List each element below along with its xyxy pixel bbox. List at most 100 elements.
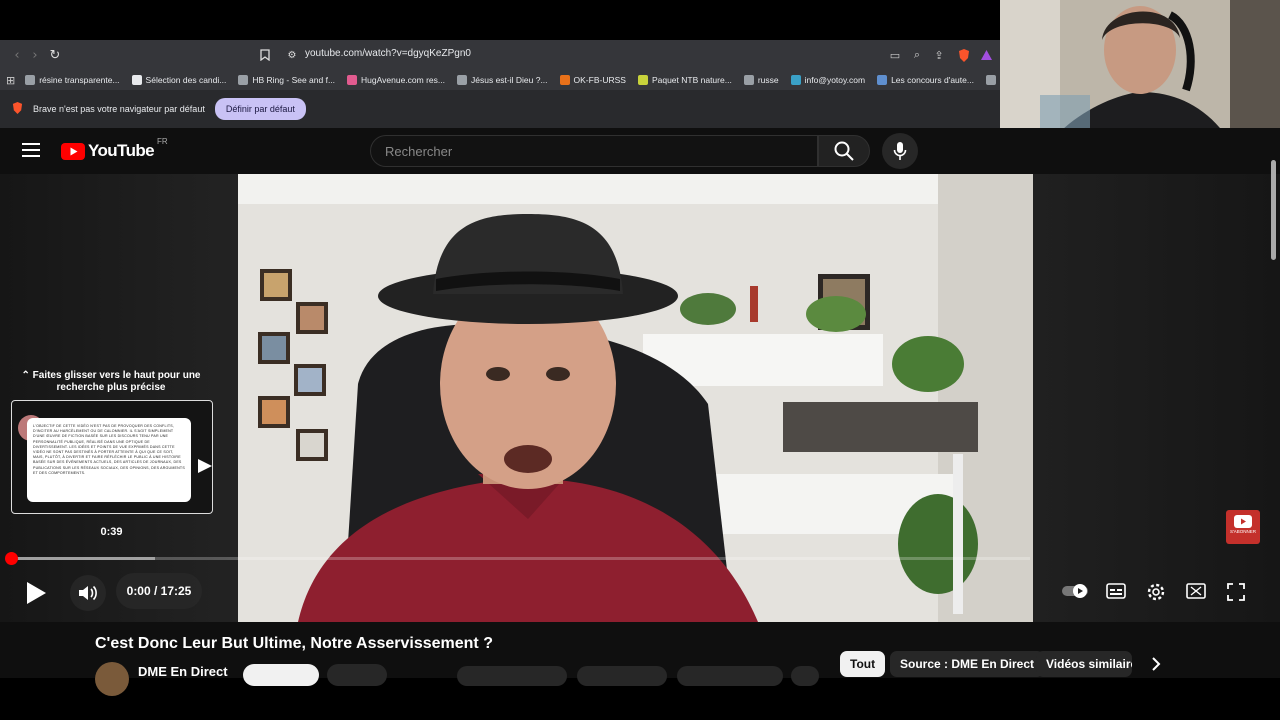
bookmark-list: résine transparente... Sélection des cand… <box>25 75 1000 85</box>
infobar-text: Brave n'est pas votre navigateur par déf… <box>33 104 205 114</box>
like-button[interactable] <box>457 666 567 686</box>
youtube-logo[interactable]: YouTube FR <box>61 137 168 161</box>
bookmark-favicon-icon <box>743 75 754 85</box>
video-player[interactable]: ⌃ Faites glisser vers le haut pour une r… <box>0 174 1280 622</box>
bookmark-item[interactable]: Sélection des candi... <box>131 75 227 85</box>
bookmark-label: OK-FB-URSS <box>573 75 626 85</box>
volume-icon <box>79 585 97 601</box>
reload-icon[interactable]: ↻ <box>46 46 64 64</box>
bookmark-label: résine transparente... <box>39 75 120 85</box>
chip-all[interactable]: Tout <box>840 651 886 677</box>
scrubber-handle[interactable] <box>5 552 18 565</box>
bookmark-item[interactable]: yotoy <box>985 75 1000 85</box>
browser-toolbar: ‹ › ↻ ⚙ youtube.com/watch?v=dgyqKeZPgn0 … <box>0 40 1000 70</box>
youtube-play-logo-icon <box>61 142 85 160</box>
bookmark-favicon-icon <box>637 75 648 85</box>
autoplay-icon <box>1062 584 1088 598</box>
browser-window: ‹ › ↻ ⚙ youtube.com/watch?v=dgyqKeZPgn0 … <box>0 40 1000 128</box>
address-bar[interactable]: youtube.com/watch?v=dgyqKeZPgn0 <box>305 48 471 59</box>
chip-source[interactable]: Source : DME En Direct <box>890 651 1045 677</box>
set-default-button[interactable]: Définir par défaut <box>214 98 306 120</box>
fullscreen-icon <box>1227 583 1245 601</box>
bookmark-item[interactable]: info@yotoy.com <box>790 75 865 85</box>
video-info: C'est Donc Leur But Ultime, Notre Asserv… <box>0 622 1280 696</box>
search-input[interactable]: Rechercher <box>370 135 818 167</box>
bookmark-label: Paquet NTB nature... <box>651 75 732 85</box>
brave-shields-icon[interactable] <box>955 46 973 64</box>
youtube-logo-text: YouTube <box>88 141 155 160</box>
brave-rewards-icon[interactable] <box>977 46 995 64</box>
bookmark-favicon-icon <box>238 75 249 85</box>
time-display: 0:00 / 17:25 <box>116 573 202 609</box>
video-frame[interactable] <box>238 174 1033 622</box>
subtitles-button[interactable] <box>1104 580 1128 602</box>
bookmark-label: HugAvenue.com res... <box>361 75 445 85</box>
volume-button[interactable] <box>70 575 106 611</box>
miniplayer-button[interactable] <box>1184 580 1208 602</box>
channel-name[interactable]: DME En Direct <box>138 664 228 679</box>
screen-icon[interactable]: ▭ <box>886 46 904 64</box>
bookmark-favicon-icon <box>790 75 801 85</box>
chevron-right-icon <box>1152 657 1161 671</box>
chips-next-button[interactable] <box>1146 654 1166 674</box>
play-button[interactable] <box>20 577 52 609</box>
bookmark-item[interactable]: résine transparente... <box>25 75 120 85</box>
bookmark-favicon-icon <box>985 75 996 85</box>
back-icon[interactable]: ‹ <box>8 46 26 64</box>
bookmark-item[interactable]: HB Ring - See and f... <box>238 75 335 85</box>
download-button[interactable] <box>677 666 783 686</box>
bookmark-icon[interactable] <box>256 46 274 64</box>
notification-button[interactable] <box>327 664 387 686</box>
preview-time: 0:39 <box>100 526 123 538</box>
ambient-right <box>1033 174 1280 622</box>
channel-avatar[interactable] <box>95 662 129 696</box>
youtube-icon <box>1234 515 1252 528</box>
bookmark-label: HB Ring - See and f... <box>252 75 336 85</box>
brave-logo-icon <box>12 102 23 116</box>
subtitles-icon <box>1106 583 1126 599</box>
voice-search-button[interactable] <box>882 133 918 169</box>
video-frame-image <box>238 174 1033 622</box>
gear-icon <box>1147 583 1165 601</box>
bookmarks-bar: ⊞ résine transparente... Sélection des ca… <box>0 70 1000 90</box>
share-icon[interactable]: ⇪ <box>930 46 948 64</box>
subscribe-watermark[interactable]: S'ABONNER <box>1226 510 1260 544</box>
search-button[interactable] <box>818 135 870 167</box>
search-icon <box>834 141 854 161</box>
zoom-icon[interactable]: ⌕ <box>908 46 926 64</box>
bookmark-favicon-icon <box>559 75 570 85</box>
progress-bar[interactable] <box>12 557 1030 560</box>
autoplay-toggle[interactable] <box>1062 582 1090 600</box>
bookmark-favicon-icon <box>877 75 888 85</box>
play-icon <box>27 582 46 604</box>
bookmark-item[interactable]: russe <box>743 75 779 85</box>
subscribe-button[interactable] <box>243 664 319 686</box>
speech-tail-icon <box>198 459 212 473</box>
settings-button[interactable] <box>1144 580 1168 604</box>
microphone-icon <box>893 142 907 160</box>
forward-icon[interactable]: › <box>26 46 44 64</box>
bookmark-favicon-icon <box>25 75 36 85</box>
video-title: C'est Donc Leur But Ultime, Notre Asserv… <box>95 635 493 652</box>
seek-preview-thumbnail: L'OBJECTIF DE CETTE VIDÉO N'EST PAS DE P… <box>11 400 213 514</box>
menu-icon[interactable] <box>22 143 40 162</box>
default-browser-infobar: Brave n'est pas votre navigateur par déf… <box>0 90 1000 128</box>
apps-grid-icon[interactable]: ⊞ <box>6 71 15 89</box>
bookmark-item[interactable]: HugAvenue.com res... <box>347 75 445 85</box>
fullscreen-button[interactable] <box>1224 580 1248 604</box>
bookmark-item[interactable]: Paquet NTB nature... <box>637 75 732 85</box>
site-settings-icon[interactable]: ⚙ <box>283 46 301 64</box>
preview-disclaimer-text: L'OBJECTIF DE CETTE VIDÉO N'EST PAS DE P… <box>27 418 191 502</box>
bookmark-favicon-icon <box>131 75 142 85</box>
bookmark-item[interactable]: Les concours d'aute... <box>877 75 974 85</box>
page-scrollbar[interactable] <box>1271 160 1276 260</box>
more-actions-button[interactable] <box>791 666 819 686</box>
bookmark-label: Sélection des candi... <box>145 75 227 85</box>
bookmark-item[interactable]: OK-FB-URSS <box>559 75 626 85</box>
chip-similar[interactable]: Vidéos similaire <box>1036 651 1132 677</box>
bookmark-item[interactable]: Jésus est-il Dieu ?... <box>457 75 548 85</box>
ambient-left <box>0 174 238 622</box>
share-button[interactable] <box>577 666 667 686</box>
bookmark-label: russe <box>757 75 779 85</box>
bookmark-favicon-icon <box>347 75 358 85</box>
